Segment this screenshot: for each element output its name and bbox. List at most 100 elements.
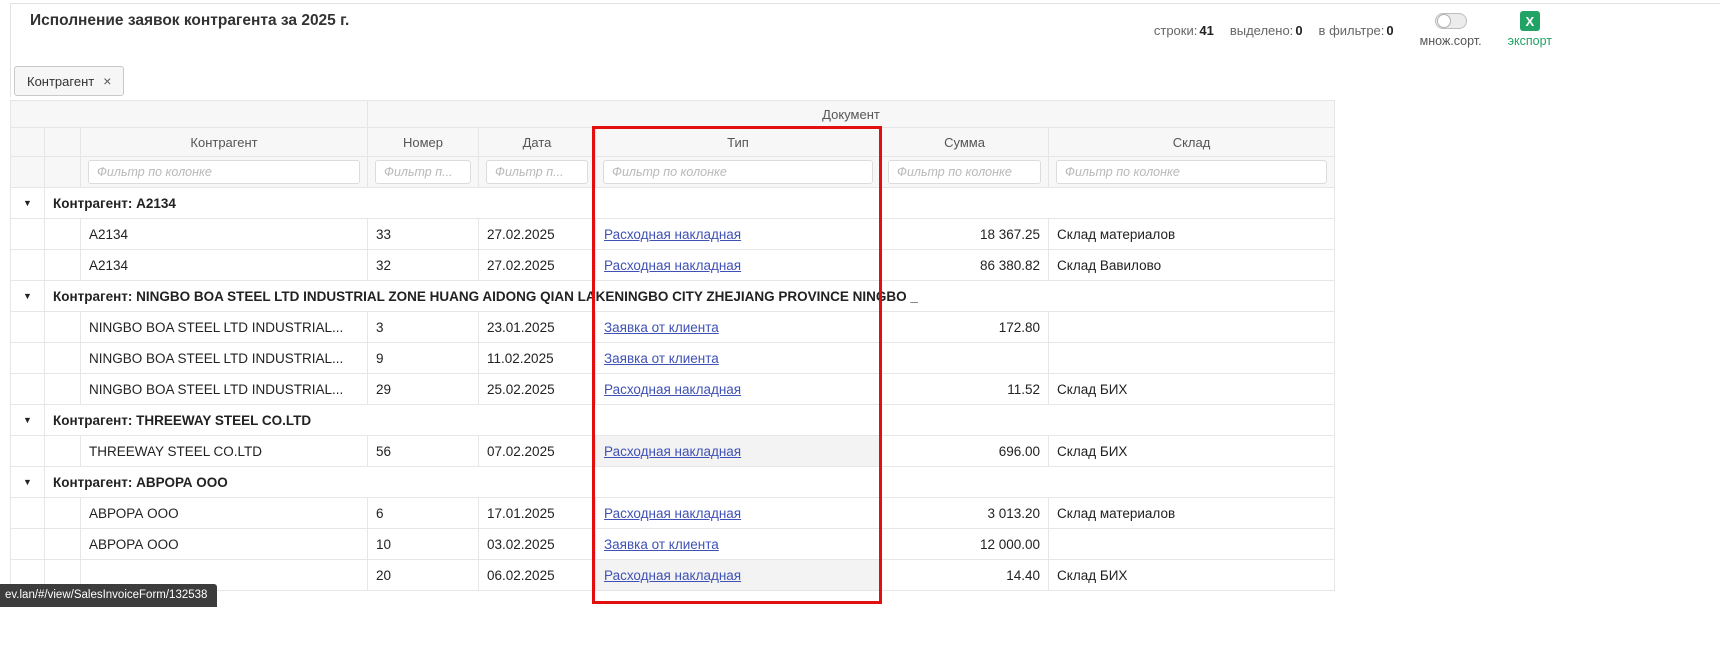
contragent-cell: NINGBO BOA STEEL LTD INDUSTRIAL...	[81, 343, 368, 374]
group-collapse-icon[interactable]: ▼	[11, 281, 45, 312]
multi-sort-control[interactable]: множ.сорт.	[1420, 10, 1482, 48]
contragent-cell: АВРОРА ООО	[81, 529, 368, 560]
group-row: ▼Контрагент: NINGBO BOA STEEL LTD INDUST…	[11, 281, 1335, 312]
chip-remove-icon[interactable]: ×	[103, 74, 111, 88]
filter-input-date[interactable]	[486, 160, 588, 184]
number-cell: 9	[368, 343, 479, 374]
filter-chip-label: Контрагент	[27, 74, 94, 89]
filter-input-contragent[interactable]	[88, 160, 360, 184]
column-header-contragent[interactable]: Контрагент	[81, 128, 368, 157]
doc-type-cell: Расходная накладная	[596, 436, 881, 467]
sum-cell: 696.00	[881, 436, 1049, 467]
header-spacer	[11, 101, 368, 128]
sum-cell: 172.80	[881, 312, 1049, 343]
status-bar-url: ev.lan/#/view/SalesInvoiceForm/132538	[0, 584, 217, 607]
document-link[interactable]: Заявка от клиента	[604, 320, 719, 335]
table-row[interactable]: А21343227.02.2025 Расходная накладная 86 3…	[11, 250, 1335, 281]
filter-spacer	[45, 157, 81, 188]
group-row: ▼Контрагент: А2134	[11, 188, 1335, 219]
date-cell: 03.02.2025	[479, 529, 596, 560]
group-label: Контрагент: А2134	[45, 188, 1335, 219]
group-collapse-icon[interactable]: ▼	[11, 188, 45, 219]
warehouse-cell	[1049, 312, 1335, 343]
excel-icon: X	[1520, 11, 1540, 31]
row-expand-cell	[11, 219, 45, 250]
table-row[interactable]: АВРОРА ООО617.01.2025Расходная накладная…	[11, 498, 1335, 529]
panel-divider	[10, 3, 11, 97]
filter-input-warehouse[interactable]	[1056, 160, 1327, 184]
filter-input-number[interactable]	[375, 160, 471, 184]
document-link[interactable]: Расходная накладная	[604, 444, 741, 459]
table-body: ▼Контрагент: А2134А21343327.02.2025Расхо…	[11, 188, 1335, 591]
row-expand-cell	[11, 529, 45, 560]
filter-chip-contragent[interactable]: Контрагент ×	[14, 66, 124, 96]
column-header-sum[interactable]: Сумма	[881, 128, 1049, 157]
sum-cell: 14.40	[881, 560, 1049, 591]
document-link[interactable]: Расходная накладная	[604, 258, 741, 273]
table-row[interactable]: NINGBO BOA STEEL LTD INDUSTRIAL...911.02…	[11, 343, 1335, 374]
document-link[interactable]: Расходная накладная	[604, 382, 741, 397]
row-expand-cell	[11, 436, 45, 467]
document-link[interactable]: Расходная накладная	[604, 227, 741, 242]
column-group-header-document: Документ	[368, 101, 1335, 128]
number-cell: 56	[368, 436, 479, 467]
table-row[interactable]: А21343327.02.2025Расходная накладная18 3…	[11, 219, 1335, 250]
sum-cell: 18 367.25	[881, 219, 1049, 250]
filter-input-type[interactable]	[603, 160, 873, 184]
filter-input-sum[interactable]	[888, 160, 1041, 184]
doc-type-cell: Расходная накладная	[596, 219, 881, 250]
contragent-cell: NINGBO BOA STEEL LTD INDUSTRIAL...	[81, 312, 368, 343]
doc-type-cell: Расходная накладная	[596, 560, 881, 591]
group-collapse-icon[interactable]: ▼	[11, 467, 45, 498]
warehouse-cell: Склад материалов	[1049, 219, 1335, 250]
table-row[interactable]: THREEWAY STEEL CO.LTD5607.02.2025Расходн…	[11, 436, 1335, 467]
date-cell: 27.02.2025	[479, 250, 596, 281]
table-row[interactable]: NINGBO BOA STEEL LTD INDUSTRIAL...2925.0…	[11, 374, 1335, 405]
rows-count: строки:41	[1154, 23, 1214, 38]
row-select-cell	[45, 436, 81, 467]
toggle-knob-icon	[1437, 14, 1451, 28]
document-link[interactable]: Расходная накладная	[604, 568, 741, 583]
group-collapse-icon[interactable]: ▼	[11, 405, 45, 436]
column-header-date[interactable]: Дата	[479, 128, 596, 157]
column-header-expand	[11, 128, 45, 157]
column-header-warehouse[interactable]: Склад	[1049, 128, 1335, 157]
table-header: Документ Контрагент Номер Дата Тип Сумма…	[11, 101, 1335, 188]
column-header-number[interactable]: Номер	[368, 128, 479, 157]
row-expand-cell	[11, 374, 45, 405]
panel-divider	[10, 3, 1720, 4]
warehouse-cell	[1049, 529, 1335, 560]
table-row[interactable]: АВРОРА ООО1003.02.2025Заявка от клиента1…	[11, 529, 1335, 560]
sum-cell: 11.52	[881, 374, 1049, 405]
row-select-cell	[45, 498, 81, 529]
row-select-cell	[45, 343, 81, 374]
row-expand-cell	[11, 312, 45, 343]
date-cell: 11.02.2025	[479, 343, 596, 374]
selected-count-value: 0	[1295, 23, 1302, 38]
date-cell: 25.02.2025	[479, 374, 596, 405]
filter-spacer	[11, 157, 45, 188]
row-select-cell	[45, 219, 81, 250]
table-row[interactable]: NINGBO BOA STEEL LTD INDUSTRIAL...323.01…	[11, 312, 1335, 343]
number-cell: 32	[368, 250, 479, 281]
contragent-cell: А2134	[81, 250, 368, 281]
document-link[interactable]: Заявка от клиента	[604, 537, 719, 552]
rows-count-label: строки:	[1154, 23, 1197, 38]
document-link[interactable]: Расходная накладная	[604, 506, 741, 521]
sum-cell: 86 380.82	[881, 250, 1049, 281]
doc-type-cell: Заявка от клиента	[596, 529, 881, 560]
contragent-cell: THREEWAY STEEL CO.LTD	[81, 436, 368, 467]
warehouse-cell: Склад БИХ	[1049, 436, 1335, 467]
contragent-cell: NINGBO BOA STEEL LTD INDUSTRIAL...	[81, 374, 368, 405]
sum-cell: 12 000.00	[881, 529, 1049, 560]
export-label: экспорт	[1508, 34, 1552, 48]
column-header-type[interactable]: Тип	[596, 128, 881, 157]
grid-stats: строки:41 выделено:0 в фильтре:0	[1154, 23, 1394, 38]
date-cell: 23.01.2025	[479, 312, 596, 343]
row-expand-cell	[11, 250, 45, 281]
export-button[interactable]: X экспорт	[1508, 10, 1552, 48]
document-link[interactable]: Заявка от клиента	[604, 351, 719, 366]
multi-sort-toggle[interactable]	[1435, 13, 1467, 29]
app-window: Исполнение заявок контрагента за 2025 г.…	[0, 0, 1720, 665]
group-row: ▼Контрагент: АВРОРА ООО	[11, 467, 1335, 498]
